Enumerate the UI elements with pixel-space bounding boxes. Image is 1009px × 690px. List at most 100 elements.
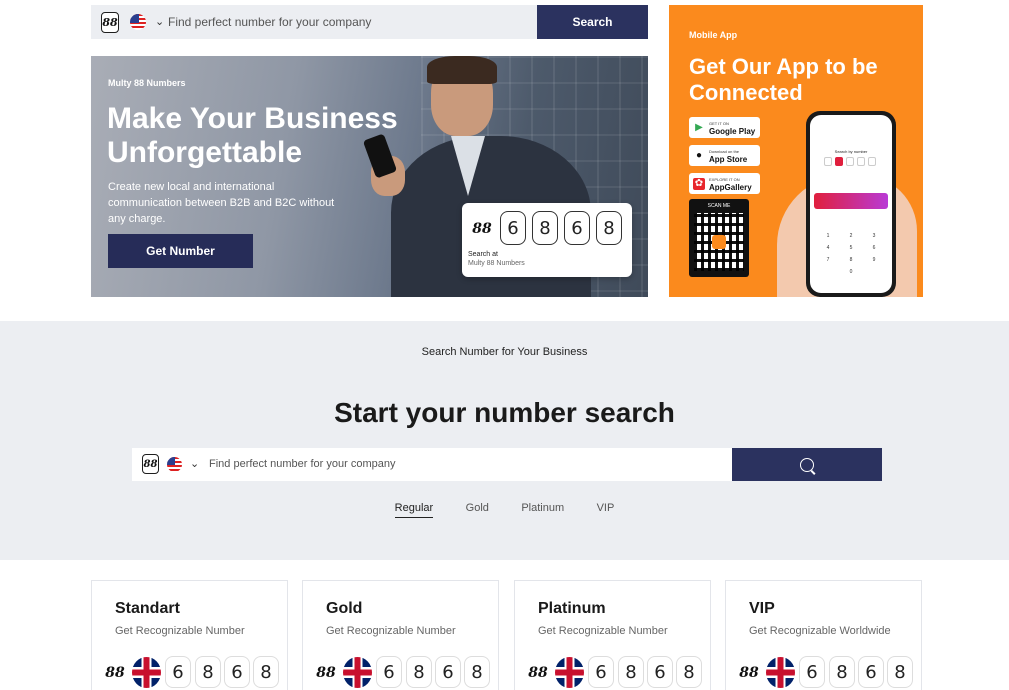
number-digit: 8 bbox=[406, 656, 432, 688]
number-digit: 6 bbox=[500, 211, 526, 245]
plan-card-gold[interactable]: Gold Get Recognizable Number 88 6 8 6 8 bbox=[302, 580, 499, 690]
main-search-bar[interactable]: 88 ⌄ Find perfect number for your compan… bbox=[132, 448, 732, 481]
qr-logo bbox=[712, 235, 726, 249]
logo-88-icon: 88 bbox=[316, 665, 336, 681]
number-digit: 8 bbox=[464, 656, 490, 688]
plan-card-platinum[interactable]: Platinum Get Recognizable Number 88 6 8 … bbox=[514, 580, 711, 690]
phone-screen: Search by number 1 2 3 4 5 6 7 8 9 0 bbox=[810, 115, 892, 293]
logo-88-icon: 88 bbox=[739, 665, 759, 681]
search-icon bbox=[800, 457, 814, 472]
number-digit: 6 bbox=[647, 656, 673, 688]
plan-card-vip[interactable]: VIP Get Recognizable Worldwide 88 6 8 6 … bbox=[725, 580, 922, 690]
main-search-button[interactable] bbox=[732, 448, 882, 481]
phone-promo-banner bbox=[814, 193, 888, 209]
tab-regular[interactable]: Regular bbox=[394, 502, 434, 518]
phone-key: 8 bbox=[849, 257, 853, 263]
store-name: AppGallery bbox=[709, 182, 752, 192]
card-subtitle: Get Recognizable Number bbox=[326, 625, 456, 637]
phone-key: 6 bbox=[872, 245, 876, 251]
number-digit: 6 bbox=[376, 656, 402, 688]
us-flag-icon[interactable] bbox=[130, 14, 146, 30]
card-number-row: 88 6 8 6 8 bbox=[525, 656, 705, 690]
card-number-row: 88 6 8 6 8 bbox=[313, 656, 493, 690]
hero-eyebrow: Multy 88 Numbers bbox=[108, 78, 186, 88]
phone-search-label: Search by number bbox=[834, 149, 868, 154]
app-eyebrow: Mobile App bbox=[689, 30, 738, 40]
card-title: Gold bbox=[326, 600, 363, 617]
number-digit: 8 bbox=[596, 211, 622, 245]
number-digit: 8 bbox=[829, 656, 855, 688]
phone-digit-box bbox=[868, 157, 876, 166]
google-play-icon: ▶ bbox=[695, 122, 703, 133]
card-number-row: 88 6 8 6 8 bbox=[736, 656, 916, 690]
phone-key: 2 bbox=[849, 233, 853, 239]
card-title: Standart bbox=[115, 600, 180, 617]
number-type-tabs: Regular Gold Platinum VIP bbox=[0, 498, 1009, 518]
uk-flag-icon bbox=[343, 657, 372, 688]
phone-key: 4 bbox=[826, 245, 830, 251]
number-digit: 8 bbox=[253, 656, 279, 688]
top-search-button[interactable]: Search bbox=[537, 5, 648, 39]
logo-88-icon[interactable]: 88 bbox=[142, 454, 159, 474]
tab-gold[interactable]: Gold bbox=[466, 502, 489, 517]
google-play-button[interactable]: ▶ GET IT ON Google Play bbox=[689, 117, 760, 138]
hero-title: Make Your Business Unforgettable bbox=[107, 102, 398, 169]
phone-key: 5 bbox=[849, 245, 853, 251]
section-eyebrow: Search Number for Your Business bbox=[421, 346, 588, 358]
number-digit: 8 bbox=[195, 656, 221, 688]
hero-number-card: 88 6 8 6 8 Search at Multy 88 Numbers bbox=[462, 203, 632, 277]
get-number-button[interactable]: Get Number bbox=[108, 234, 253, 268]
store-name: App Store bbox=[709, 154, 748, 164]
card-subtitle: Get Recognizable Number bbox=[115, 625, 245, 637]
logo-88-icon[interactable]: 88 bbox=[101, 12, 119, 33]
search-section: Search Number for Your Business Start yo… bbox=[0, 321, 1009, 560]
number-digit: 8 bbox=[532, 211, 558, 245]
number-digit: 6 bbox=[858, 656, 884, 688]
card-caption: Search at bbox=[468, 251, 498, 258]
qr-label: SCAN ME bbox=[707, 203, 731, 209]
number-digit: 8 bbox=[618, 656, 644, 688]
us-flag-icon[interactable] bbox=[167, 457, 182, 472]
phone-key: 3 bbox=[872, 233, 876, 239]
main-search-input[interactable]: Find perfect number for your company bbox=[209, 458, 395, 470]
logo-88-icon: 88 bbox=[105, 665, 125, 681]
app-title: Get Our App to be Connected bbox=[689, 54, 878, 105]
card-number-row: 88 6 8 6 8 bbox=[102, 656, 282, 690]
top-search-input[interactable]: Find perfect number for your company bbox=[168, 15, 371, 29]
number-digit: 8 bbox=[887, 656, 913, 688]
number-digit: 6 bbox=[588, 656, 614, 688]
qr-code: SCAN ME bbox=[689, 199, 749, 277]
number-digit: 6 bbox=[564, 211, 590, 245]
logo-88-icon: 88 bbox=[468, 215, 496, 243]
app-store-button[interactable]: ● Download on the App Store bbox=[689, 145, 760, 166]
app-gallery-button[interactable]: ✿ EXPLORE IT ON AppGallery bbox=[689, 173, 760, 194]
chevron-down-icon[interactable]: ⌄ bbox=[155, 15, 164, 28]
apple-icon: ● bbox=[695, 150, 703, 161]
number-digit: 6 bbox=[224, 656, 250, 688]
person-hair-shape bbox=[427, 56, 497, 84]
number-digit: 6 bbox=[165, 656, 191, 688]
phone-digit-box bbox=[857, 157, 865, 166]
chevron-down-icon[interactable]: ⌄ bbox=[190, 457, 199, 470]
uk-flag-icon bbox=[766, 657, 795, 688]
card-title: Platinum bbox=[538, 600, 606, 617]
plan-card-standart[interactable]: Standart Get Recognizable Number 88 6 8 … bbox=[91, 580, 288, 690]
card-title: VIP bbox=[749, 600, 775, 617]
huawei-icon: ✿ bbox=[693, 177, 705, 190]
card-caption-brand: Multy 88 Numbers bbox=[468, 260, 525, 267]
phone-key: 7 bbox=[826, 257, 830, 263]
phone-key: 1 bbox=[826, 233, 830, 239]
phone-digit-box bbox=[846, 157, 854, 166]
uk-flag-icon bbox=[555, 657, 584, 688]
number-digit: 6 bbox=[799, 656, 825, 688]
card-subtitle: Get Recognizable Worldwide bbox=[749, 625, 891, 637]
store-name: Google Play bbox=[709, 126, 756, 136]
tab-vip[interactable]: VIP bbox=[597, 502, 615, 517]
number-digit: 6 bbox=[435, 656, 461, 688]
phone-key: 0 bbox=[849, 269, 853, 275]
tab-platinum[interactable]: Platinum bbox=[521, 502, 564, 517]
phone-digit-box bbox=[824, 157, 832, 166]
page: 88 ⌄ Find perfect number for your compan… bbox=[0, 0, 1009, 690]
hero-description: Create new local and international commu… bbox=[108, 181, 335, 225]
uk-flag-icon bbox=[132, 657, 161, 688]
